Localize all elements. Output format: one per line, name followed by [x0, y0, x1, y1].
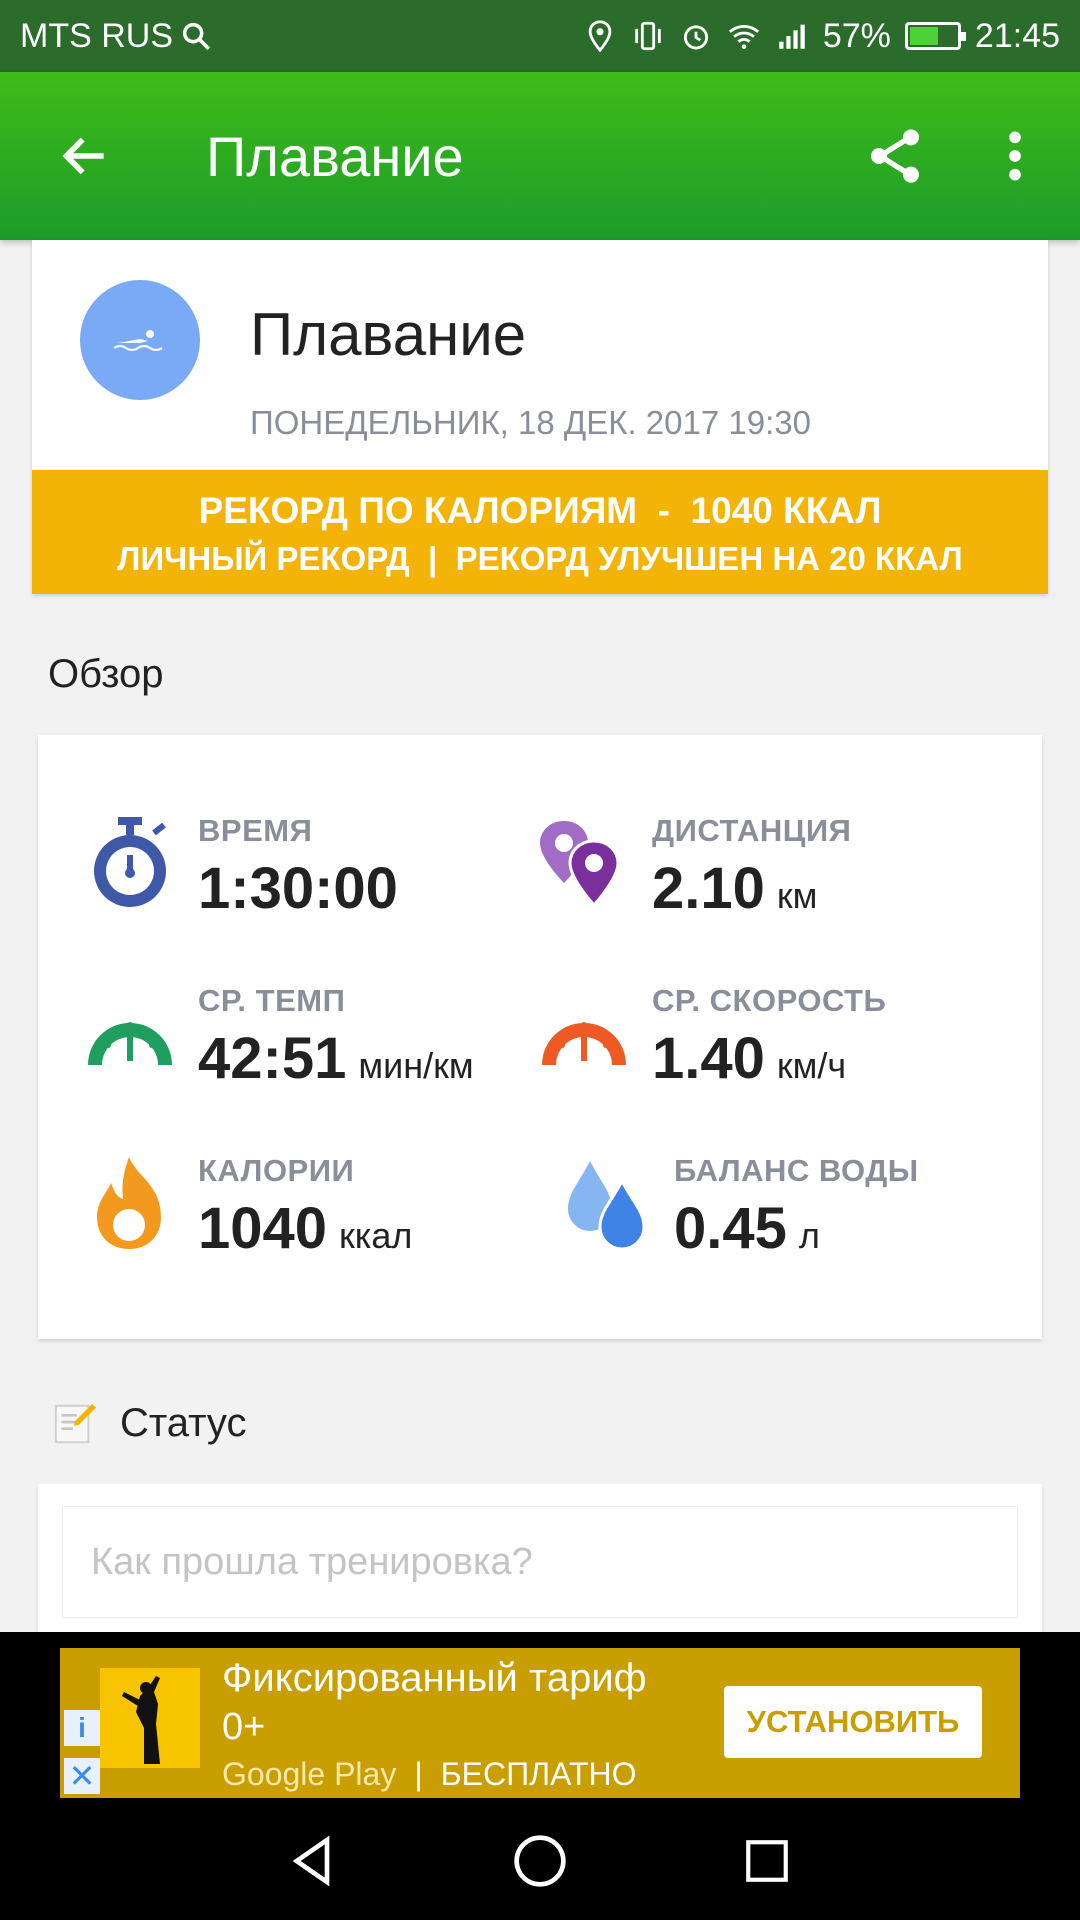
stat-water: БАЛАНС ВОДЫ 0.45 л	[556, 1153, 919, 1262]
nav-recents-button[interactable]	[722, 1816, 812, 1906]
stat-pace-unit: мин/км	[358, 1045, 474, 1086]
ad-info-icon[interactable]: i	[64, 1710, 100, 1746]
carrier-group: MTS RUS	[20, 17, 213, 56]
note-edit-icon	[54, 1403, 97, 1444]
app-bar: Плавание	[0, 72, 1080, 240]
activity-header-card: Плавание ПОНЕДЕЛЬНИК, 18 ДЕК. 2017 19:30…	[32, 240, 1048, 594]
stat-water-unit: л	[798, 1215, 820, 1256]
stat-time-value: 1:30:00	[198, 856, 398, 921]
page-title: Плавание	[206, 124, 464, 188]
ad-banner[interactable]: i ✕ Фиксированный тариф 0+ Google Play |…	[60, 1648, 1020, 1798]
stat-calories-value: 1040	[198, 1196, 328, 1261]
overview-card: ВРЕМЯ 1:30:00 ДИСТАНЦИЯ 2.10 км СР. ТЕМП …	[38, 735, 1042, 1339]
stat-pace-value: 42:51	[198, 1026, 347, 1091]
stat-speed-value: 1.40	[652, 1026, 765, 1091]
stat-water-value: 0.45	[674, 1196, 787, 1261]
stat-distance: ДИСТАНЦИЯ 2.10 км	[534, 813, 851, 922]
share-button[interactable]	[850, 111, 940, 201]
back-button[interactable]	[30, 101, 140, 211]
wifi-icon	[728, 25, 759, 49]
stat-calories-label: КАЛОРИИ	[198, 1153, 355, 1188]
stat-speed: СР. СКОРОСТЬ 1.40 км/ч	[534, 983, 886, 1092]
alarm-icon	[683, 25, 708, 50]
stat-speed-unit: км/ч	[776, 1045, 847, 1086]
ad-thumbnail	[100, 1668, 200, 1768]
status-bar: MTS RUS 57% 21:45	[0, 0, 1080, 72]
circle-home-icon	[514, 1835, 566, 1887]
more-vert-icon	[1009, 131, 1021, 181]
speedometer-green-icon	[80, 983, 180, 1083]
signal-icon	[779, 24, 805, 49]
flame-icon	[80, 1153, 180, 1253]
nav-back-button[interactable]	[268, 1816, 358, 1906]
ad-title: Фиксированный тариф	[222, 1656, 647, 1700]
activity-title: Плавание	[250, 301, 527, 368]
ad-price: БЕСПЛАТНО	[440, 1756, 637, 1792]
search-icon	[182, 22, 211, 51]
status-header: Статус	[52, 1400, 246, 1446]
record-subtitle: ЛИЧНЫЙ РЕКОРД | РЕКОРД УЛУЧШЕН НА 20 ККА…	[117, 540, 963, 577]
status-icons: 57% 21:45	[583, 17, 1060, 56]
ad-separator: |	[414, 1756, 423, 1792]
ad-bar: i ✕ Фиксированный тариф 0+ Google Play |…	[0, 1632, 1080, 1802]
map-pins-icon	[534, 813, 634, 913]
triangle-back-icon	[292, 1835, 330, 1887]
ad-store-info: Google Play | БЕСПЛАТНО	[222, 1756, 636, 1793]
record-banner: РЕКОРД ПО КАЛОРИЯМ - 1040 ККАЛ ЛИЧНЫЙ РЕ…	[32, 470, 1048, 594]
status-title: Статус	[120, 1400, 247, 1445]
clock: 21:45	[974, 16, 1060, 55]
status-card: Как прошла тренировка?	[38, 1484, 1042, 1634]
ad-install-button[interactable]: УСТАНОВИТЬ	[724, 1686, 982, 1758]
status-input[interactable]: Как прошла тренировка?	[62, 1506, 1018, 1618]
water-drops-icon	[556, 1153, 656, 1253]
speedometer-orange-icon	[534, 983, 634, 1083]
battery-icon	[904, 22, 966, 50]
stat-calories: КАЛОРИИ 1040 ккал	[80, 1153, 412, 1262]
stat-calories-unit: ккал	[339, 1215, 413, 1256]
stat-water-label: БАЛАНС ВОДЫ	[674, 1153, 919, 1188]
stopwatch-icon	[80, 813, 180, 913]
nav-home-button[interactable]	[495, 1816, 585, 1906]
share-icon	[871, 129, 919, 183]
battery-percent: 57%	[822, 16, 891, 55]
stat-distance-value: 2.10	[652, 856, 765, 921]
carrier-name: MTS RUS	[20, 16, 173, 55]
ad-close-icon[interactable]: ✕	[64, 1758, 100, 1794]
system-nav-bar	[0, 1802, 1080, 1920]
more-options-button[interactable]	[970, 111, 1060, 201]
ad-age-rating: 0+	[222, 1706, 266, 1748]
stat-time: ВРЕМЯ 1:30:00	[80, 813, 398, 922]
stat-distance-unit: км	[776, 875, 818, 916]
swimmer-icon	[113, 330, 163, 351]
ad-store-name: Google Play	[222, 1756, 397, 1792]
overview-title: Обзор	[48, 652, 164, 696]
swimming-avatar	[80, 280, 200, 400]
stat-time-label: ВРЕМЯ	[198, 813, 313, 848]
stat-pace: СР. ТЕМП 42:51 мин/км	[80, 983, 474, 1092]
activity-datetime: ПОНЕДЕЛЬНИК, 18 ДЕК. 2017 19:30	[250, 404, 811, 441]
stat-distance-label: ДИСТАНЦИЯ	[652, 813, 852, 848]
stat-speed-label: СР. СКОРОСТЬ	[652, 983, 887, 1018]
arrow-left-icon	[62, 137, 104, 175]
vibrate-icon	[635, 21, 661, 51]
location-icon	[588, 20, 612, 53]
stat-pace-label: СР. ТЕМП	[198, 983, 346, 1018]
square-recents-icon	[745, 1840, 788, 1882]
record-title: РЕКОРД ПО КАЛОРИЯМ - 1040 ККАЛ	[198, 490, 882, 531]
